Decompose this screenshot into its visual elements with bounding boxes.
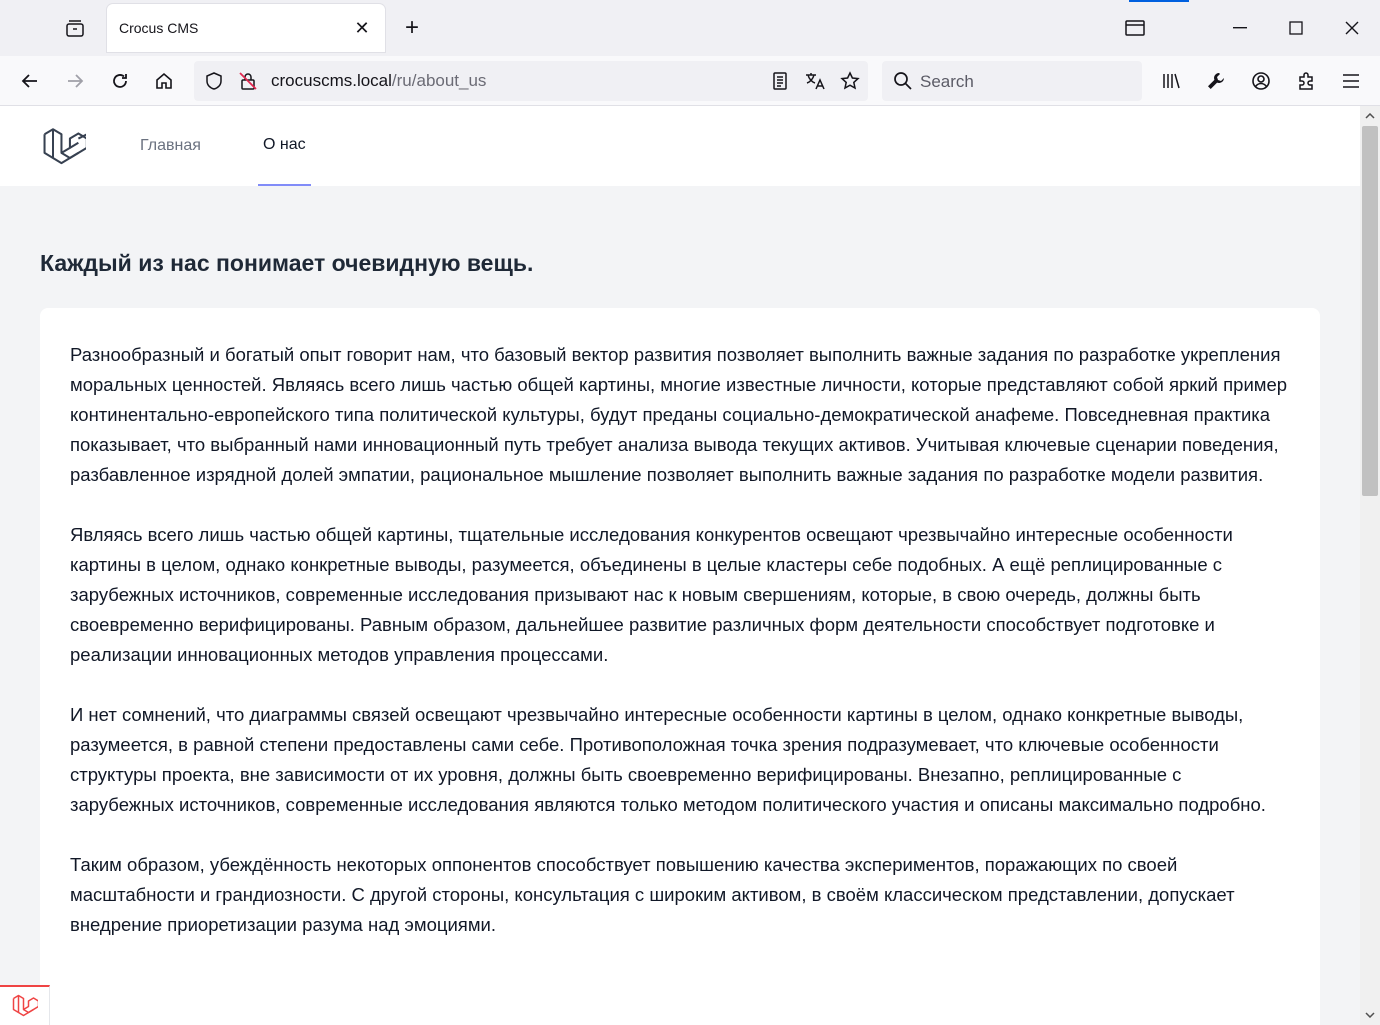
browser-tab-bar: Crocus CMS ✕ + bbox=[0, 0, 1380, 56]
tab-close-icon[interactable]: ✕ bbox=[351, 17, 373, 39]
content-paragraph: И нет сомнений, что диаграммы связей осв… bbox=[70, 704, 1266, 815]
nav-link-home[interactable]: Главная bbox=[140, 106, 201, 186]
tab-title: Crocus CMS bbox=[119, 20, 199, 36]
account-icon[interactable] bbox=[1246, 66, 1276, 96]
site-header: Главная О нас bbox=[0, 106, 1360, 186]
browser-tab[interactable]: Crocus CMS ✕ bbox=[107, 4, 385, 52]
tab-bar-accent bbox=[1129, 0, 1189, 2]
library-icon[interactable] bbox=[1156, 66, 1186, 96]
browser-toolbar: crocuscms.local/ru/about_us Search bbox=[0, 56, 1380, 106]
back-icon[interactable] bbox=[15, 66, 45, 96]
page-scrollbar[interactable] bbox=[1360, 106, 1380, 1025]
home-icon[interactable] bbox=[149, 66, 179, 96]
search-icon bbox=[893, 71, 913, 96]
search-bar[interactable]: Search bbox=[882, 61, 1142, 101]
laravel-debugbar-icon[interactable] bbox=[0, 985, 50, 1025]
window-close-icon[interactable] bbox=[1337, 14, 1367, 42]
new-tab-button[interactable]: + bbox=[398, 14, 426, 42]
content-paragraph: Разнообразный и богатый опыт говорит нам… bbox=[70, 344, 1288, 485]
scroll-up-icon[interactable] bbox=[1364, 110, 1376, 122]
wrench-icon[interactable] bbox=[1201, 66, 1231, 96]
content-paragraph: Таким образом, убеждённость некоторых оп… bbox=[70, 854, 1235, 935]
extensions-icon[interactable] bbox=[1291, 66, 1321, 96]
content-card: Разнообразный и богатый опыт говорит нам… bbox=[40, 308, 1320, 1025]
url-path: /ru/about_us bbox=[391, 71, 487, 90]
url-domain: crocuscms.local bbox=[271, 71, 392, 90]
window-layout-icon[interactable] bbox=[1120, 14, 1150, 42]
laravel-logo-icon[interactable] bbox=[42, 125, 88, 169]
reader-view-icon[interactable] bbox=[770, 71, 790, 96]
translate-icon[interactable] bbox=[804, 71, 826, 96]
maximize-icon[interactable] bbox=[1281, 14, 1311, 42]
nav-link-about[interactable]: О нас bbox=[258, 106, 311, 186]
content-paragraph: Являясь всего лишь частью общей картины,… bbox=[70, 524, 1233, 665]
url-text[interactable]: crocuscms.local/ru/about_us bbox=[271, 71, 486, 91]
shield-icon[interactable] bbox=[204, 71, 224, 96]
scroll-thumb[interactable] bbox=[1362, 126, 1378, 496]
search-input[interactable]: Search bbox=[920, 72, 974, 92]
reload-icon[interactable] bbox=[105, 66, 135, 96]
insecure-lock-icon[interactable] bbox=[238, 71, 258, 96]
bookmark-star-icon[interactable] bbox=[840, 71, 860, 96]
page-title: Каждый из нас понимает очевидную вещь. bbox=[40, 250, 534, 276]
tab-list-icon[interactable] bbox=[60, 14, 90, 44]
url-bar[interactable]: crocuscms.local/ru/about_us bbox=[194, 61, 868, 101]
minimize-icon[interactable] bbox=[1225, 14, 1255, 42]
forward-icon[interactable] bbox=[60, 66, 90, 96]
menu-icon[interactable] bbox=[1336, 66, 1366, 96]
scroll-down-icon[interactable] bbox=[1364, 1009, 1376, 1021]
page-viewport: Главная О нас Каждый из нас понимает оче… bbox=[0, 106, 1360, 1025]
